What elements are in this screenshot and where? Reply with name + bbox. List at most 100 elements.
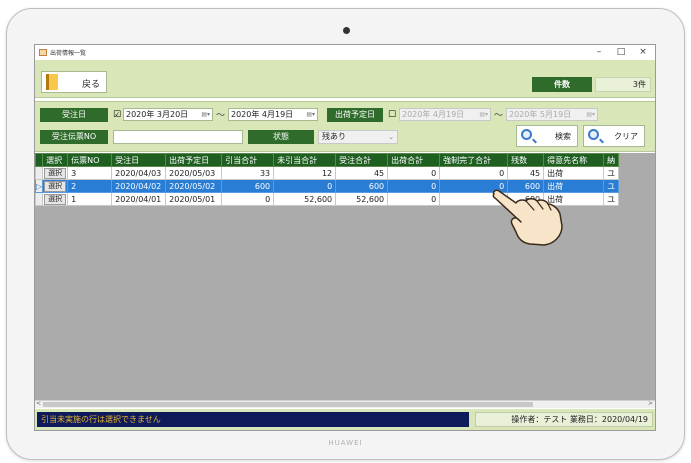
scroll-left-icon[interactable]: < <box>36 400 41 407</box>
ship-date-cell: 2020/05/01 <box>165 192 223 206</box>
slip-no-cell: 3 <box>67 166 113 180</box>
clear-button-label: クリア <box>614 132 638 141</box>
clear-button[interactable]: クリア <box>583 125 645 147</box>
allocated-cell: 600 <box>221 179 275 193</box>
column-header[interactable]: 未引当合計 <box>273 153 337 167</box>
order-date-label: 受注日 <box>40 108 108 122</box>
order-date-cell: 2020/04/03 <box>111 166 167 180</box>
unallocated-cell: 52,600 <box>273 192 337 206</box>
ordered-cell: 52,600 <box>335 192 389 206</box>
extra-cell: ユ <box>603 166 620 180</box>
pointing-hand-icon <box>492 189 563 246</box>
back-button[interactable]: 戻る <box>41 71 107 93</box>
close-button[interactable]: × <box>633 46 653 59</box>
count-label: 件数 <box>532 77 592 92</box>
title-bar: 出荷情報一覧 – □ × <box>35 45 655 60</box>
column-header[interactable]: 受注合計 <box>335 153 389 167</box>
minimize-button[interactable]: – <box>589 46 609 59</box>
unallocated-cell: 0 <box>273 179 337 193</box>
forced-cell: 0 <box>439 166 509 180</box>
row-header[interactable] <box>35 192 44 206</box>
ship-date-to-value: 2020年 5月19日 <box>509 110 572 119</box>
order-date-to-field[interactable]: 2020年 4月19日 ▤▾ <box>228 108 318 121</box>
status-bar: 引当未実施の行は選択できません 操作者：テスト 業務日：2020/04/19 <box>35 409 655 430</box>
shipped-cell: 0 <box>387 179 441 193</box>
extra-cell: ユ <box>603 179 620 193</box>
ship-date-checkbox[interactable]: ☐ <box>388 111 396 120</box>
select-row-button[interactable]: 選択 <box>44 180 67 192</box>
status-message: 引当未実施の行は選択できません <box>37 412 469 427</box>
status-info: 操作者：テスト 業務日：2020/04/19 <box>475 412 653 427</box>
order-date-to-value: 2020年 4月19日 <box>231 110 294 119</box>
toolbar-panel: 戻る 件数 3件 <box>35 60 655 98</box>
order-slip-label: 受注伝票NO <box>40 130 108 144</box>
select-row-button[interactable]: 選択 <box>44 167 67 179</box>
column-header[interactable]: 強制完了合計 <box>439 153 509 167</box>
column-header[interactable]: 残数 <box>507 153 545 167</box>
clear-search-icon <box>588 129 599 140</box>
range-tilde: 〜 <box>216 111 226 121</box>
calendar-dropdown-icon: ▤▾ <box>201 111 210 118</box>
order-date-checkbox[interactable]: ☑ <box>113 111 121 120</box>
device-brand: HUAWEI <box>328 439 363 447</box>
ship-date-label: 出荷予定日 <box>327 108 383 122</box>
scrollbar-thumb[interactable] <box>43 402 533 407</box>
order-date-cell: 2020/04/02 <box>111 179 167 193</box>
camera-icon <box>343 27 350 34</box>
search-button[interactable]: 検索 <box>516 125 578 147</box>
table-header-row: 選択 伝票NO 受注日 出荷予定日 引当合計 未引当合計 受注合計 出荷合計 強… <box>35 153 620 167</box>
shipped-cell: 0 <box>387 166 441 180</box>
calendar-dropdown-icon: ▤▾ <box>586 111 595 118</box>
column-header[interactable]: 得意先名称 <box>543 153 605 167</box>
select-cell: 選択 <box>42 192 69 206</box>
order-slip-input[interactable] <box>113 130 243 144</box>
customer-cell: 出荷 <box>543 166 605 180</box>
order-date-cell: 2020/04/01 <box>111 192 167 206</box>
column-header[interactable]: 出荷合計 <box>387 153 441 167</box>
select-row-button[interactable]: 選択 <box>44 193 67 205</box>
current-row-indicator-icon[interactable]: ▷ <box>35 179 44 193</box>
order-date-from-field[interactable]: 2020年 3月20日 ▤▾ <box>123 108 213 121</box>
row-header-corner <box>35 153 44 167</box>
range-tilde: 〜 <box>494 111 504 121</box>
column-header[interactable]: 選択 <box>42 153 69 167</box>
remaining-cell: 45 <box>507 166 545 180</box>
slip-no-cell: 1 <box>67 192 113 206</box>
ordered-cell: 600 <box>335 179 389 193</box>
status-select[interactable]: 残あり ⌄ <box>318 130 398 144</box>
scroll-right-icon[interactable]: > <box>648 400 653 407</box>
status-select-value: 残あり <box>322 132 346 141</box>
horizontal-scrollbar[interactable]: < > <box>35 400 655 408</box>
column-header[interactable]: 出荷予定日 <box>165 153 223 167</box>
allocated-cell: 33 <box>221 166 275 180</box>
column-header[interactable]: 引当合計 <box>221 153 275 167</box>
row-header[interactable] <box>35 166 44 180</box>
column-header[interactable]: 受注日 <box>111 153 167 167</box>
ship-date-cell: 2020/05/03 <box>165 166 223 180</box>
ship-date-to-field[interactable]: 2020年 5月19日 ▤▾ <box>506 108 598 121</box>
status-label: 状態 <box>248 130 314 144</box>
search-button-label: 検索 <box>555 132 571 141</box>
select-cell: 選択 <box>42 179 69 193</box>
unallocated-cell: 12 <box>273 166 337 180</box>
order-date-from-value: 2020年 3月20日 <box>126 110 189 119</box>
maximize-button[interactable]: □ <box>611 46 631 59</box>
app-icon <box>39 49 47 56</box>
ordered-cell: 45 <box>335 166 389 180</box>
shipped-cell: 0 <box>387 192 441 206</box>
ship-date-from-field[interactable]: 2020年 4月19日 ▤▾ <box>399 108 491 121</box>
table-row[interactable]: 選択 3 2020/04/03 2020/05/03 33 12 45 0 0 … <box>35 166 620 180</box>
exit-door-icon <box>46 74 58 90</box>
extra-cell: ユ <box>603 192 620 206</box>
window-title: 出荷情報一覧 <box>50 50 87 57</box>
ship-date-from-value: 2020年 4月19日 <box>402 110 465 119</box>
filter-panel: 受注日 ☑ 2020年 3月20日 ▤▾ 〜 2020年 4月19日 ▤▾ 出荷… <box>35 101 655 152</box>
count-value: 3件 <box>595 77 651 92</box>
column-header[interactable]: 伝票NO <box>67 153 113 167</box>
select-cell: 選択 <box>42 166 69 180</box>
ship-date-cell: 2020/05/02 <box>165 179 223 193</box>
slip-no-cell: 2 <box>67 179 113 193</box>
allocated-cell: 0 <box>221 192 275 206</box>
column-header[interactable]: 納 <box>603 153 620 167</box>
calendar-dropdown-icon: ▤▾ <box>306 111 315 118</box>
